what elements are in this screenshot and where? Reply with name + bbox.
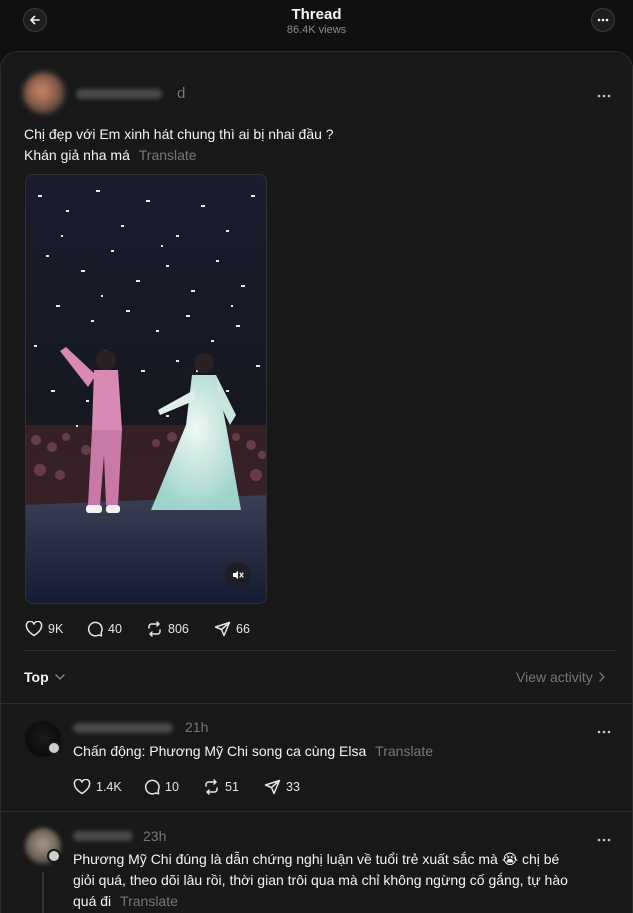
divider bbox=[23, 650, 616, 651]
repost-icon bbox=[205, 779, 218, 795]
username-blurred[interactable] bbox=[76, 89, 162, 99]
view-activity-label: View activity bbox=[516, 669, 593, 685]
chevron-down-icon bbox=[54, 674, 65, 680]
reply-more-icon[interactable] bbox=[595, 833, 613, 845]
reply-username-blurred[interactable] bbox=[73, 723, 173, 733]
post-text-line2: Khán giả nha má bbox=[24, 147, 130, 163]
reply-time: 23h bbox=[143, 828, 167, 844]
divider bbox=[1, 703, 633, 704]
reply-username-blurred[interactable] bbox=[73, 831, 133, 841]
reply-comment-count: 10 bbox=[165, 780, 179, 794]
heart-icon bbox=[25, 621, 43, 637]
reply-text-line: giỏi quá, theo dõi lâu rồi, thời gian tr… bbox=[73, 872, 568, 888]
view-activity-link[interactable]: View activity bbox=[516, 669, 605, 685]
send-icon bbox=[264, 779, 281, 795]
repost-count: 806 bbox=[168, 622, 189, 636]
post-text: Chị đẹp với Em xinh hát chung thì ai bị … bbox=[24, 124, 584, 166]
reply-time: 21h bbox=[185, 719, 209, 735]
thread-panel: d Chị đẹp với Em xinh hát chung thì ai b… bbox=[0, 51, 633, 913]
post-text-line: Khán giả nha má Translate bbox=[24, 145, 584, 166]
translate-link[interactable]: Translate bbox=[120, 893, 178, 909]
comment-icon bbox=[144, 779, 160, 795]
like-button[interactable]: 9K bbox=[25, 621, 63, 637]
reply-like-button[interactable]: 1.4K bbox=[73, 779, 122, 795]
comment-count: 40 bbox=[108, 622, 122, 636]
page-title: Thread bbox=[291, 6, 342, 23]
reply-text-line: quá đi Translate bbox=[73, 891, 618, 912]
volume-muted-icon bbox=[233, 570, 244, 580]
repost-icon bbox=[148, 621, 161, 637]
concert-scene-image bbox=[26, 175, 266, 603]
avatar-badge bbox=[47, 741, 61, 755]
reply-share-count: 33 bbox=[286, 780, 300, 794]
avatar[interactable] bbox=[23, 72, 65, 114]
reply-comment-button[interactable]: 10 bbox=[144, 779, 179, 795]
crying-emoji: 😭 bbox=[501, 851, 519, 867]
chevron-right-icon bbox=[599, 672, 605, 682]
post-more-icon[interactable] bbox=[595, 89, 613, 101]
reply-text-content: Chấn động: Phương Mỹ Chi song ca cùng El… bbox=[73, 743, 367, 759]
thread-more-button[interactable] bbox=[591, 8, 615, 32]
sort-dropdown[interactable]: Top bbox=[24, 669, 65, 685]
reply-text-part: Phương Mỹ Chi đúng là dẫn chứng nghị luậ… bbox=[73, 851, 498, 867]
comment-icon bbox=[87, 621, 103, 637]
post-time: d bbox=[177, 85, 186, 102]
reply-text-line: Phương Mỹ Chi đúng là dẫn chứng nghị luậ… bbox=[73, 849, 618, 870]
reply-more-icon[interactable] bbox=[595, 725, 613, 737]
reply-text-part: quá đi bbox=[73, 893, 112, 909]
heart-icon bbox=[73, 779, 91, 795]
comment-button[interactable]: 40 bbox=[87, 621, 122, 637]
views-count: 86.4K views bbox=[286, 24, 347, 36]
like-count: 9K bbox=[48, 622, 64, 636]
thread-header: Thread 86.4K views bbox=[0, 0, 633, 50]
reply-repost-count: 51 bbox=[225, 780, 239, 794]
share-count: 66 bbox=[236, 622, 250, 636]
sort-label: Top bbox=[24, 669, 49, 685]
thread-line bbox=[42, 872, 44, 913]
translate-link[interactable]: Translate bbox=[139, 147, 197, 163]
reply-share-button[interactable]: 33 bbox=[264, 779, 300, 795]
share-button[interactable]: 66 bbox=[214, 621, 250, 637]
reply-text: Chấn động: Phương Mỹ Chi song ca cùng El… bbox=[73, 741, 613, 762]
repost-button[interactable]: 806 bbox=[146, 621, 189, 637]
reply-text: Phương Mỹ Chi đúng là dẫn chứng nghị luậ… bbox=[73, 849, 618, 912]
reply-like-count: 1.4K bbox=[96, 780, 122, 794]
translate-link[interactable]: Translate bbox=[375, 743, 433, 759]
send-icon bbox=[214, 621, 231, 637]
divider bbox=[1, 811, 633, 812]
avatar-badge bbox=[47, 849, 61, 863]
post-video[interactable] bbox=[25, 174, 267, 604]
more-horizontal-icon bbox=[597, 18, 609, 22]
mute-button[interactable] bbox=[225, 562, 251, 588]
post-text-line: Chị đẹp với Em xinh hát chung thì ai bị … bbox=[24, 126, 334, 142]
reply-text-part: chị bé bbox=[521, 851, 560, 867]
reply-repost-button[interactable]: 51 bbox=[203, 779, 239, 795]
